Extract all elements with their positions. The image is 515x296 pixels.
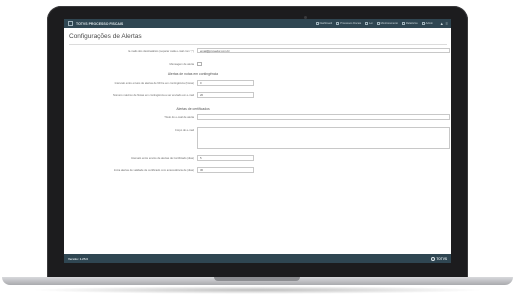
menu-item-label: Monitoramento	[380, 22, 398, 25]
menu-item-monitoramento[interactable]: Monitoramento	[376, 22, 398, 25]
menu-item-label: Admin	[425, 22, 433, 25]
menu-item-label: Dashboard	[319, 22, 333, 25]
contingency-max-input[interactable]: 20	[197, 92, 254, 98]
cert-interval-label: Intervalo entre envios de alertas de Cer…	[130, 157, 194, 160]
cert-days-label: Inicia alertas de validade de certificad…	[113, 169, 194, 172]
email-label: E-mails dos destinatários (separar cada …	[128, 50, 194, 53]
cert-subject-input[interactable]	[197, 114, 450, 120]
email-value: email@provedor.com.br	[200, 48, 230, 53]
cert-body-label: Corpo do e-mail	[174, 129, 194, 132]
poll-label: Mensagem de alerta	[169, 63, 195, 66]
bottom-bar: Versão: 1.25.0 TOTVS	[64, 254, 451, 263]
page-content: Configurações de Alertas	[69, 33, 447, 40]
menu-item-lei[interactable]: Lei	[365, 22, 373, 25]
section-contingency-title: Alertas de notas em contingência	[167, 72, 219, 76]
cert-interval-value: 5	[200, 156, 202, 160]
menu-item-processos[interactable]: Processos Fiscais	[336, 22, 361, 25]
brand-logo: TOTVS	[431, 254, 447, 263]
contingency-interval-input[interactable]: 0	[197, 80, 254, 86]
app-logo-icon[interactable]	[68, 21, 73, 26]
laptop-notch	[214, 277, 300, 281]
page-title: Configurações de Alertas	[69, 33, 142, 40]
contingency-max-value: 20	[200, 93, 204, 97]
menu-item-dashboard[interactable]: Dashboard	[315, 22, 333, 25]
title-divider	[69, 44, 447, 45]
gear-icon	[421, 22, 425, 25]
menu-item-label: Processos Fiscais	[340, 22, 362, 25]
cert-interval-input[interactable]: 5	[197, 155, 254, 161]
email-input[interactable]: email@provedor.com.br	[197, 48, 450, 53]
brand-text: TOTVS	[436, 256, 447, 261]
contingency-interval-label: Intervalo entre envios de alertas de NFC…	[114, 82, 194, 85]
app-title[interactable]: TOTVS PROCESSO FISCAIS	[76, 22, 123, 26]
document-icon	[336, 22, 340, 25]
section-certificates-title: Alertas de certificados	[176, 107, 210, 111]
cert-subject-label: Título do e-mail de alerta	[164, 116, 194, 119]
laptop-shadow	[30, 286, 485, 294]
monitor-icon	[376, 22, 380, 25]
menu-item-admin[interactable]: Admin	[421, 22, 433, 25]
report-icon	[401, 22, 405, 25]
user-icon[interactable]: ▲	[440, 21, 444, 26]
toolbar-icons: ▲ ≡	[438, 19, 448, 28]
contingency-max-label: Número máximo de Notas em contingência a…	[113, 94, 194, 97]
scale-icon	[365, 22, 369, 25]
alert-checkbox[interactable]	[197, 62, 202, 66]
main-menu: Dashboard Processos Fiscais Lei Monitora…	[312, 19, 433, 28]
dashboard-icon	[315, 22, 319, 25]
menu-item-label: Relatórios	[405, 22, 418, 25]
menu-item-relatorios[interactable]: Relatórios	[401, 22, 418, 25]
menu-item-label: Lei	[369, 22, 373, 25]
cert-days-value: 30	[200, 168, 204, 172]
top-navbar: TOTVS PROCESSO FISCAIS Dashboard Process…	[64, 19, 451, 28]
cert-days-input[interactable]: 30	[197, 167, 254, 173]
totvs-logo-icon	[431, 256, 436, 261]
version-text: Versão: 1.25.0	[68, 256, 89, 261]
contingency-interval-value: 0	[200, 81, 202, 85]
screen: TOTVS PROCESSO FISCAIS Dashboard Process…	[64, 19, 451, 263]
menu-icon[interactable]: ≡	[446, 21, 448, 26]
cert-body-textarea[interactable]	[197, 127, 450, 149]
